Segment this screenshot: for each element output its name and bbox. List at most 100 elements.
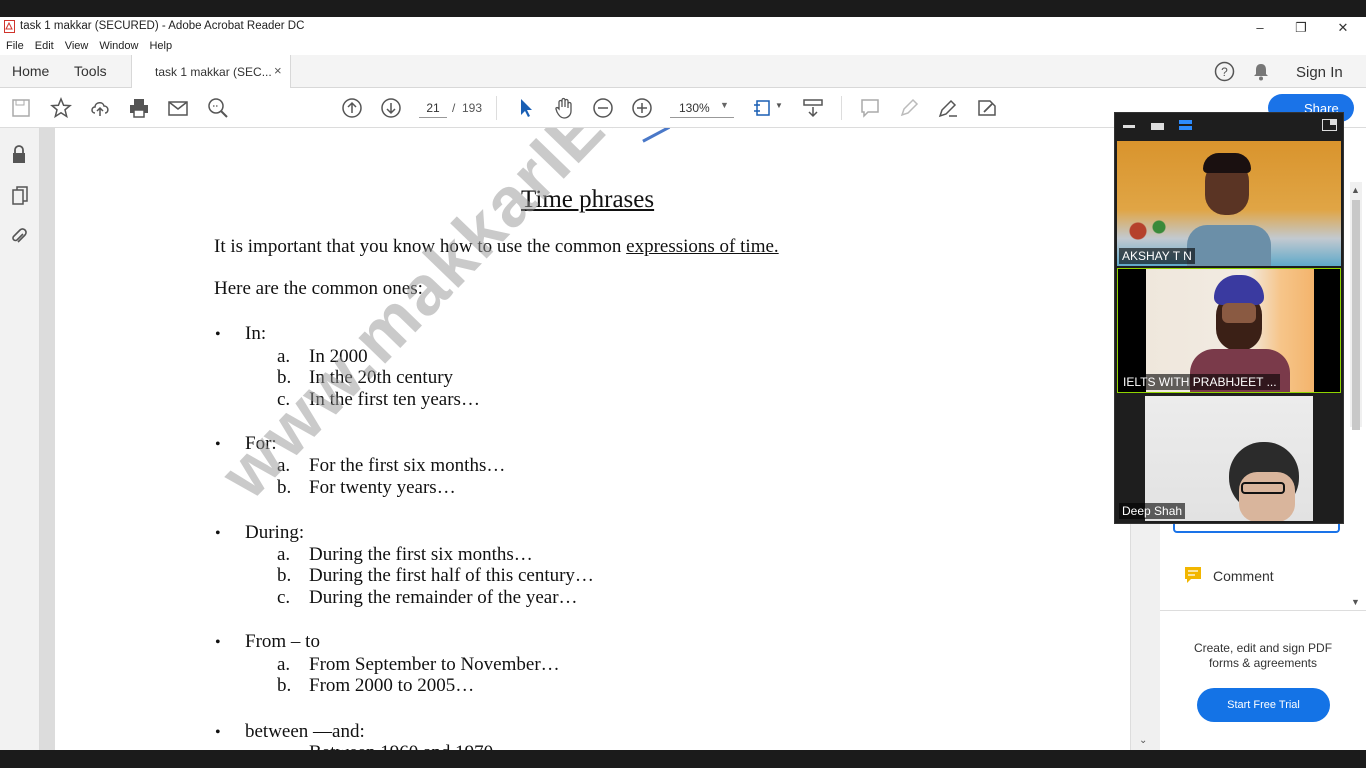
draw-signature-icon[interactable] — [937, 97, 959, 119]
print-icon[interactable] — [128, 97, 150, 119]
chevron-down-icon: ▼ — [720, 100, 729, 110]
video-call-panel: AKSHAY T N IELTS WITH PRABHJEET ... Deep… — [1114, 112, 1344, 524]
menu-help[interactable]: Help — [149, 40, 172, 52]
item-text: During the first six months… — [309, 544, 533, 565]
attachment-icon[interactable] — [10, 226, 28, 246]
strip-view-icon[interactable] — [1179, 120, 1192, 124]
highlight-pen-icon[interactable] — [898, 97, 920, 119]
upload-cloud-icon[interactable] — [89, 97, 111, 119]
select-cursor-icon[interactable] — [514, 97, 536, 119]
zoom-select[interactable]: 130% ▼ — [670, 98, 734, 118]
item-letter: b. — [277, 565, 292, 586]
comment-tool-icon[interactable] — [1184, 566, 1202, 584]
tool-selection-outline — [1173, 523, 1340, 533]
thumbnail-view-icon[interactable] — [1151, 123, 1164, 130]
menu-view[interactable]: View — [65, 40, 89, 52]
previous-page-icon[interactable] — [341, 97, 363, 119]
tab-document[interactable]: task 1 makkar (SEC... × — [131, 55, 291, 89]
panel-scrollbar[interactable]: ▲ — [1350, 182, 1362, 430]
minimize-button[interactable]: – — [1240, 17, 1280, 38]
restore-button[interactable]: ❐ — [1281, 17, 1321, 38]
comment-tool-label[interactable]: Comment — [1213, 568, 1274, 584]
participant-glasses — [1241, 482, 1285, 494]
item-letter: a. — [277, 346, 291, 367]
start-free-trial-button[interactable]: Start Free Trial — [1197, 688, 1330, 722]
notification-bell-icon[interactable] — [1252, 62, 1270, 81]
next-page-icon[interactable] — [380, 97, 402, 119]
panel-scroll-up-icon[interactable]: ▲ — [1351, 185, 1360, 195]
sign-in-link[interactable]: Sign In — [1296, 64, 1343, 81]
find-text-icon[interactable] — [207, 97, 229, 119]
email-icon[interactable] — [167, 97, 189, 119]
section-title: From – to — [245, 631, 320, 652]
intro-link: expressions of time. — [626, 236, 779, 257]
exit-fullscreen-icon[interactable] — [1322, 119, 1337, 131]
window-title: task 1 makkar (SECURED) - Adobe Acrobat … — [20, 20, 305, 32]
fit-page-icon[interactable] — [752, 97, 774, 119]
item-text: Between 1960 and 1970 — [309, 742, 493, 750]
svg-text:?: ? — [1221, 65, 1228, 79]
zoom-out-icon[interactable] — [592, 97, 614, 119]
scroll-down-icon[interactable]: ⌄ — [1139, 735, 1147, 746]
bullet-icon: • — [215, 525, 221, 542]
title-bar: task 1 makkar (SECURED) - Adobe Acrobat … — [0, 17, 1366, 38]
participant-name: Deep Shah — [1119, 503, 1186, 519]
item-text: During the remainder of the year… — [309, 587, 578, 608]
bookmark-star-icon[interactable] — [50, 97, 72, 119]
hand-tool-icon[interactable] — [553, 97, 575, 119]
participant-shirt — [1187, 225, 1271, 266]
tab-home[interactable]: Home — [12, 63, 49, 79]
panel-divider — [1160, 610, 1366, 611]
panel-scroll-thumb[interactable] — [1352, 200, 1360, 430]
fill-sign-icon[interactable] — [976, 97, 998, 119]
zoom-in-icon[interactable] — [631, 97, 653, 119]
item-text: For twenty years… — [309, 477, 456, 498]
tab-bar: Home Tools task 1 makkar (SEC... × ? Sig… — [0, 55, 1366, 89]
tab-document-label: task 1 makkar (SEC... — [155, 65, 272, 79]
help-icon[interactable]: ? — [1214, 61, 1235, 82]
comment-icon[interactable] — [859, 97, 881, 119]
toolbar-divider — [496, 96, 497, 120]
scroll-mode-icon[interactable] — [802, 97, 824, 119]
section-title: between —and: — [245, 721, 365, 742]
item-letter: a. — [277, 544, 291, 565]
item-letter: c. — [277, 587, 291, 608]
lock-icon[interactable] — [10, 144, 28, 164]
section-title: During: — [245, 522, 305, 543]
document-area: Time phrases It is important that you kn… — [40, 128, 1130, 750]
item-text: From September to November… — [309, 654, 560, 675]
background-mural — [1117, 211, 1187, 251]
panel-scroll-down-icon[interactable]: ▼ — [1351, 597, 1360, 607]
screen-top-bar — [0, 0, 1366, 17]
participant-face — [1222, 303, 1256, 323]
section-title: In: — [245, 323, 267, 344]
video-tile[interactable]: Deep Shah — [1117, 396, 1341, 521]
page-number-input[interactable]: 21 — [419, 98, 447, 118]
save-icon[interactable] — [10, 97, 32, 119]
page-decoration — [639, 128, 671, 143]
item-letter: b. — [277, 675, 292, 696]
item-text: During the first half of this century… — [309, 565, 594, 586]
page-thumbnails-icon[interactable] — [11, 186, 29, 206]
menu-window[interactable]: Window — [99, 40, 138, 52]
participant-name: AKSHAY T N — [1119, 248, 1195, 264]
menu-bar: File Edit View Window Help — [0, 38, 1366, 55]
item-text: From 2000 to 2005… — [309, 675, 475, 696]
tab-close-icon[interactable]: × — [274, 63, 282, 78]
screen-bottom-bar — [0, 750, 1366, 768]
bullet-icon: • — [215, 724, 221, 741]
fit-page-chevron-icon[interactable]: ▼ — [775, 101, 783, 110]
participant-face — [1239, 472, 1295, 521]
tab-tools[interactable]: Tools — [74, 63, 107, 79]
minimize-video-icon[interactable] — [1123, 125, 1135, 128]
video-tile[interactable]: AKSHAY T N — [1117, 141, 1341, 266]
video-tile-active[interactable]: IELTS WITH PRABHJEET ... — [1117, 268, 1341, 393]
close-window-button[interactable]: ✕ — [1323, 17, 1363, 38]
page-total: 193 — [462, 101, 483, 115]
acrobat-icon — [4, 20, 15, 33]
participant-hair — [1203, 153, 1251, 173]
menu-file[interactable]: File — [6, 40, 24, 52]
toolbar-divider — [841, 96, 842, 120]
bullet-icon: • — [215, 634, 221, 651]
menu-edit[interactable]: Edit — [35, 40, 54, 52]
